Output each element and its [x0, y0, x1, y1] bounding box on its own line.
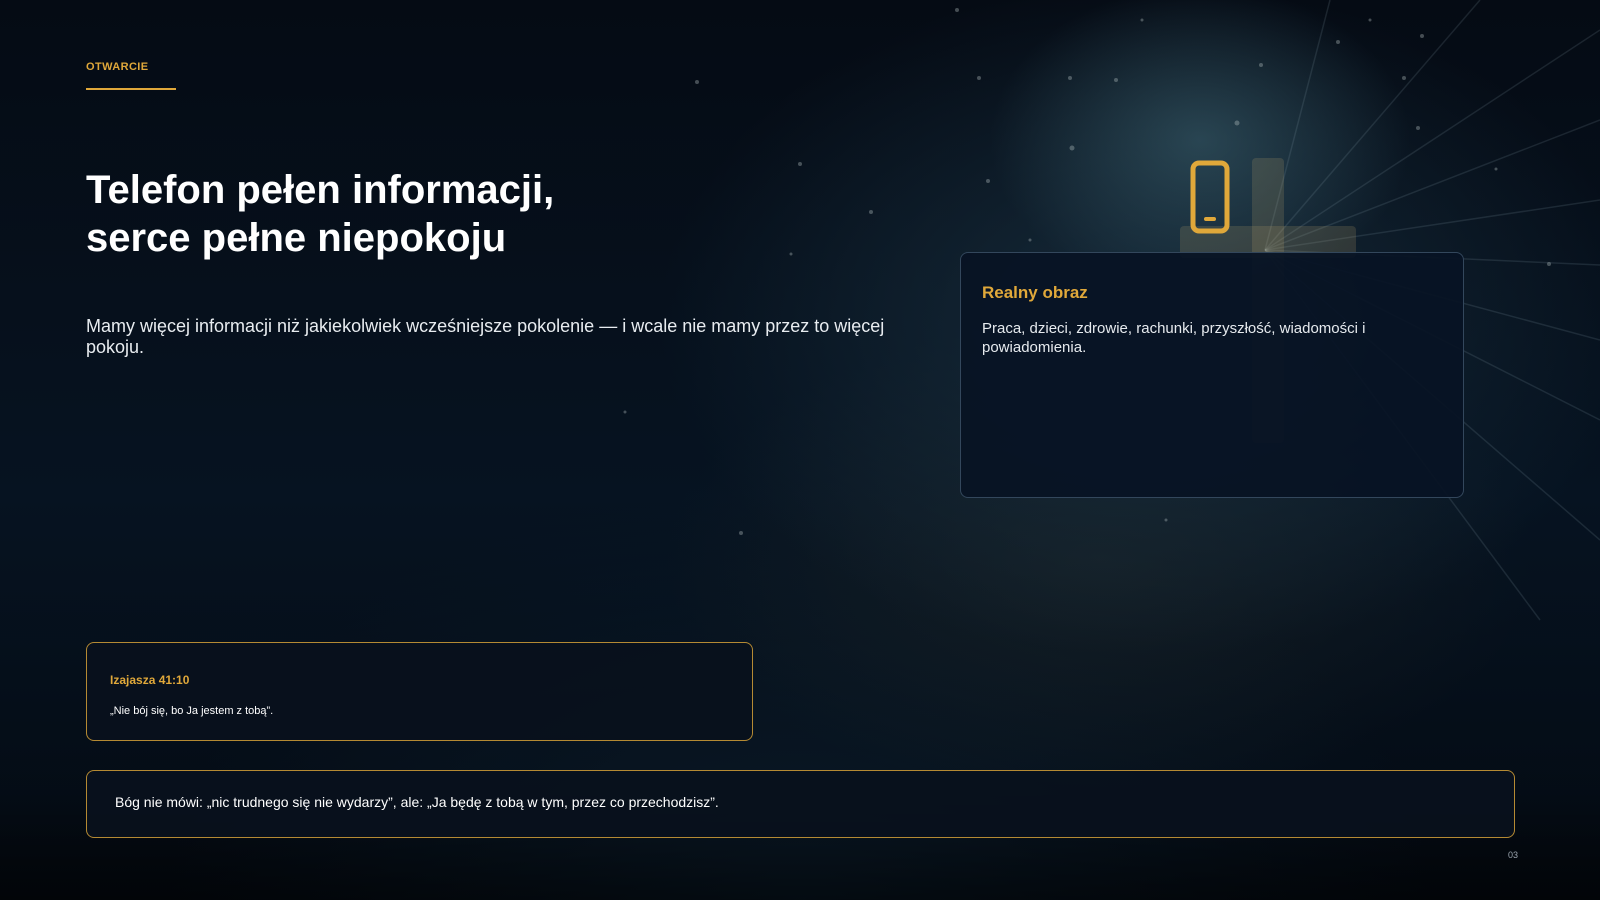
verse-text: „Nie bój się, bo Ja jestem z tobą”.: [110, 705, 274, 717]
section-label: OTWARCIE: [86, 61, 149, 73]
real-picture-title: Realny obraz: [982, 283, 1088, 302]
phone-icon: [1190, 160, 1230, 234]
slide-title: Telefon pełen informacji, serce pełne ni…: [86, 166, 786, 262]
verse-reference: Izajasza 41:10: [110, 673, 190, 687]
slide-title-line-1: Telefon pełen informacji,: [86, 168, 555, 212]
lead-paragraph: Mamy więcej informacji niż jakiekolwiek …: [86, 316, 885, 357]
page-number: 03: [1508, 850, 1519, 860]
real-picture-card: Realny obraz Praca, dzieci, zdrowie, rac…: [960, 252, 1464, 498]
verse-card: Izajasza 41:10 „Nie bój się, bo Ja jeste…: [86, 642, 753, 741]
note-text: Bóg nie mówi: „nic trudnego się nie wyda…: [115, 794, 719, 810]
real-picture-body: Praca, dzieci, zdrowie, rachunki, przysz…: [982, 320, 1366, 356]
slide-title-line-2: serce pełne niepokoju: [86, 216, 507, 260]
note-card: Bóg nie mówi: „nic trudnego się nie wyda…: [86, 770, 1515, 838]
section-underline: [86, 88, 176, 90]
